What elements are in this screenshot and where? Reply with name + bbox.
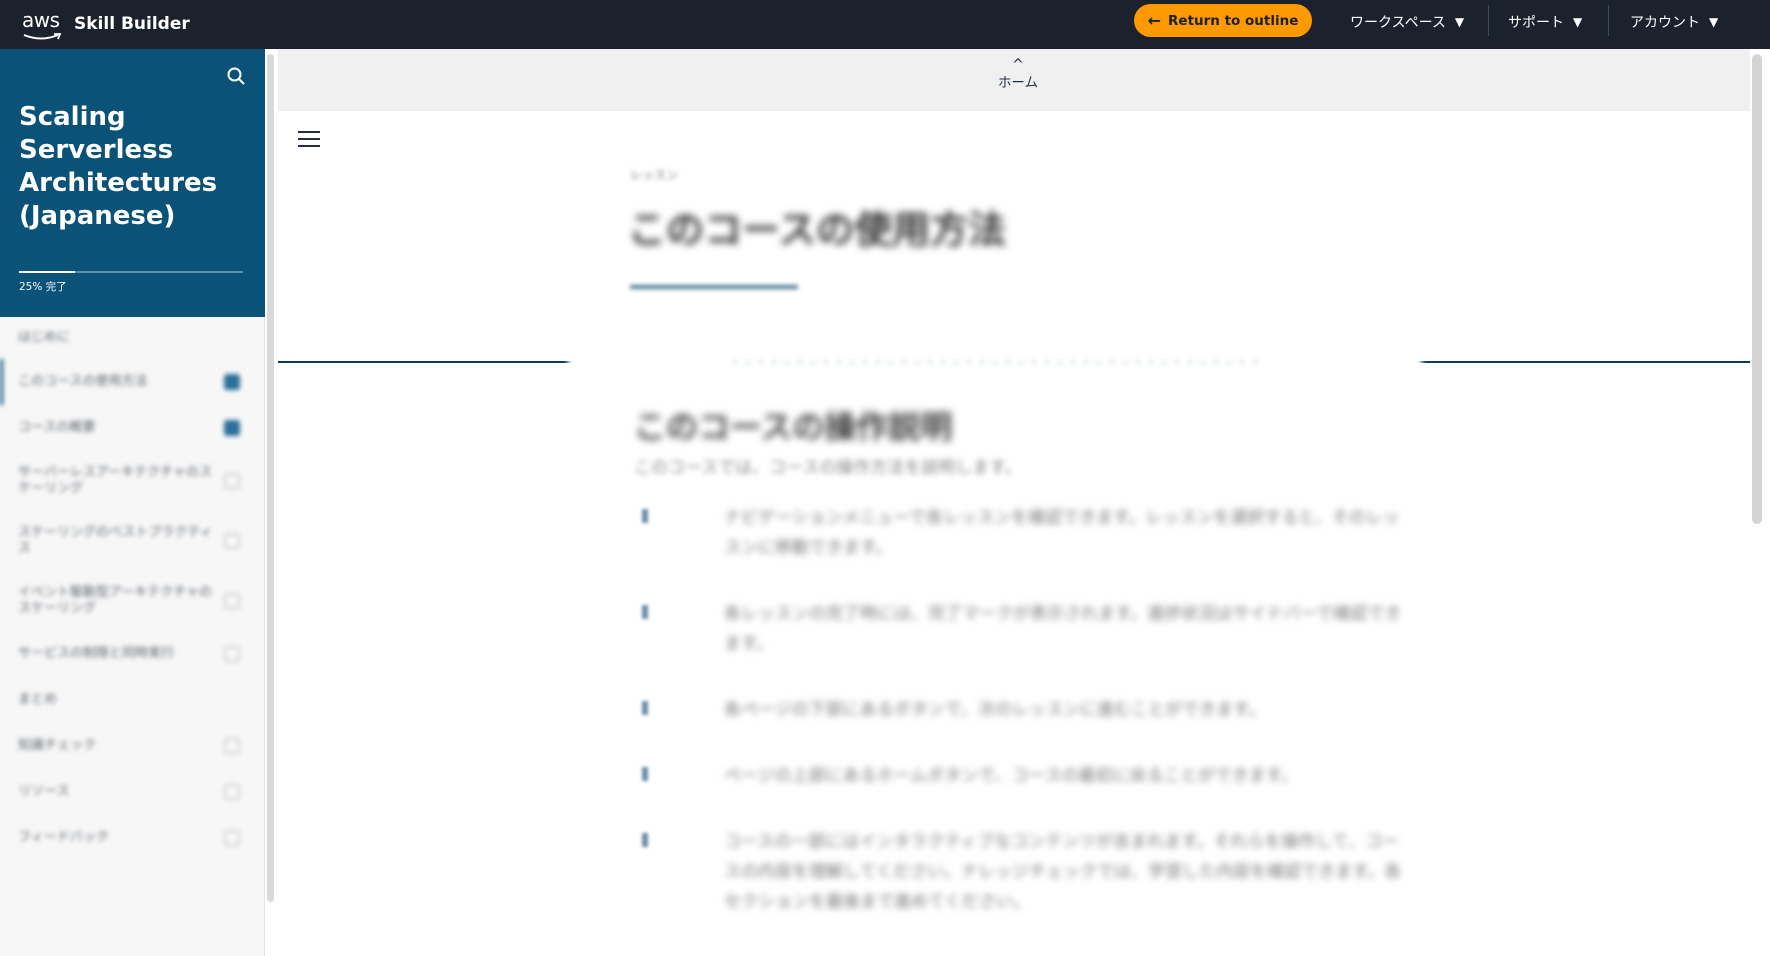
instruction-item: コースの一部にはインタラクティブなコンテンツが含まれます。それらを操作して、コー… <box>642 827 1402 917</box>
content-heading: このコースの操作説明 <box>634 408 953 446</box>
sidebar-lesson-label: リソース <box>18 784 70 799</box>
nav-support-label: サポート <box>1508 15 1564 31</box>
lesson-kicker: レッスン <box>630 168 679 182</box>
top-bar: aws Skill Builder ← Return to outline ワー… <box>0 0 1770 49</box>
sidebar-lesson-item[interactable]: リソース <box>0 769 258 815</box>
nav-divider <box>1488 5 1489 36</box>
instruction-text: ページの上部にあるホームボタンで、コースの最初に戻ることができます。 <box>724 766 1298 786</box>
bullet-marker <box>642 509 648 523</box>
sidebar-lesson-label: 知識チェック <box>18 738 97 753</box>
sidebar-lesson-label: サービスの制限と同時実行 <box>18 646 175 661</box>
instruction-item: 各レッスンの完了時には、完了マークが表示されます。進捗状況はサイドバーで確認でき… <box>642 599 1402 659</box>
completed-check-icon <box>224 374 240 390</box>
brand[interactable]: aws Skill Builder <box>22 6 190 42</box>
lesson-title: このコースの使用方法 <box>628 208 1007 252</box>
course-sidebar: Scaling Serverless Architectures (Japane… <box>0 49 265 956</box>
incomplete-status-icon <box>224 533 240 549</box>
home-button[interactable]: ^ ホーム <box>988 57 1048 91</box>
sidebar-scrollbar[interactable] <box>267 54 274 902</box>
sidebar-lesson-label: まとめ <box>18 692 58 707</box>
sidebar-lesson-label: はじめに <box>18 330 71 345</box>
lesson-title-underline <box>630 285 798 289</box>
sidebar-lesson-item[interactable]: コースの概要 <box>0 405 258 451</box>
incomplete-status-icon <box>224 646 240 662</box>
sidebar-lesson-label: コースの概要 <box>18 420 96 435</box>
completed-check-icon <box>224 420 240 436</box>
sidebar-lesson-item[interactable]: サービスの制限と同時実行 <box>0 631 258 677</box>
bullet-marker <box>642 767 648 781</box>
instruction-item: ナビゲーションメニューで各レッスンを確認できます。レッスンを選択すると、そのレッ… <box>642 503 1402 563</box>
main-scrollbar[interactable] <box>1752 54 1762 524</box>
caret-down-icon: ▼ <box>1709 15 1719 29</box>
nav-divider <box>1608 5 1609 36</box>
caret-down-icon: ▼ <box>1573 15 1583 29</box>
sidebar-lesson-item[interactable]: 知識チェック <box>0 723 258 769</box>
instruction-text: 各ページの下部にあるボタンで、次のレッスンに進むことができます。 <box>724 700 1266 720</box>
home-bar: ^ ホーム <box>278 49 1750 111</box>
course-progress-bar <box>19 271 243 273</box>
app-name: Skill Builder <box>74 14 190 34</box>
lesson-menu: はじめにこのコースの使用方法 コースの概要サーバーレスアーキテクチャのスケーリング… <box>0 317 258 861</box>
nav-workspace[interactable]: ワークスペース ▼ <box>1350 9 1464 35</box>
sidebar-lesson-item[interactable]: イベント駆動型アーキテクチャのスケーリング <box>0 571 258 631</box>
sidebar-header: Scaling Serverless Architectures (Japane… <box>0 49 265 317</box>
return-to-outline-label: Return to outline <box>1168 12 1299 29</box>
aws-logo: aws <box>22 8 64 40</box>
incomplete-status-icon <box>224 473 240 489</box>
search-icon[interactable] <box>225 65 247 87</box>
content-intro: このコースでは、コースの操作方法を説明します。 <box>634 458 1022 478</box>
nav-workspace-label: ワークスペース <box>1350 15 1446 31</box>
instruction-text: 各レッスンの完了時には、完了マークが表示されます。進捗状況はサイドバーで確認でき… <box>724 604 1402 654</box>
lesson-content: ^ ホーム レッスン このコースの使用方法 ・・・・・・・・・・・・・・・・・・… <box>278 49 1750 956</box>
bullet-marker <box>642 605 648 619</box>
course-title: Scaling Serverless Architectures (Japane… <box>19 102 218 231</box>
sidebar-lesson-item[interactable]: スケーリングのベストプラクティス <box>0 511 258 571</box>
sidebar-lesson-item[interactable]: まとめ <box>0 677 258 723</box>
incomplete-status-icon <box>224 593 240 609</box>
bullet-marker <box>642 701 648 715</box>
nav-support[interactable]: サポート ▼ <box>1508 9 1582 35</box>
course-progress-label: 25% 完了 <box>19 281 67 293</box>
caret-down-icon: ▼ <box>1454 15 1465 29</box>
sidebar-lesson-label: スケーリングのベストプラクティス <box>18 525 213 556</box>
instruction-text: ナビゲーションメニューで各レッスンを確認できます。レッスンを選択すると、そのレッ… <box>724 508 1400 558</box>
instruction-item: ページの上部にあるホームボタンで、コースの最初に戻ることができます。 <box>642 761 1402 791</box>
arrow-left-icon: ← <box>1147 10 1162 30</box>
sidebar-lesson-label: イベント駆動型アーキテクチャのスケーリング <box>18 585 213 616</box>
sidebar-lesson-label: フィードバック <box>18 830 109 845</box>
instruction-list: ナビゲーションメニューで各レッスンを確認できます。レッスンを選択すると、そのレッ… <box>642 503 1402 953</box>
sidebar-lesson-item[interactable]: はじめに <box>0 317 258 359</box>
instruction-text: コースの一部にはインタラクティブなコンテンツが含まれます。それらを操作して、コー… <box>724 832 1402 912</box>
nav-account-label: アカウント <box>1630 15 1700 31</box>
incomplete-status-icon <box>224 784 240 800</box>
return-to-outline-button[interactable]: ← Return to outline <box>1134 4 1312 37</box>
bullet-marker <box>642 833 648 847</box>
sidebar-lesson-item[interactable]: サーバーレスアーキテクチャのスケーリング <box>0 451 258 511</box>
sidebar-lesson-label: このコースの使用方法 <box>18 374 148 389</box>
aws-smile-icon <box>23 33 62 40</box>
home-label: ホーム <box>997 75 1039 91</box>
sidebar-lesson-item[interactable]: このコースの使用方法 <box>0 359 258 405</box>
chevron-up-icon: ^ <box>1012 57 1024 73</box>
aws-logo-text: aws <box>22 8 60 32</box>
nav-account[interactable]: アカウント ▼ <box>1630 9 1718 35</box>
incomplete-status-icon <box>224 738 240 754</box>
menu-icon[interactable] <box>298 131 320 147</box>
course-progress-fill <box>19 271 75 273</box>
instruction-item: 各ページの下部にあるボタンで、次のレッスンに進むことができます。 <box>642 695 1402 725</box>
incomplete-status-icon <box>224 830 240 846</box>
section-divider-label: ・・・・・・・・・・・・・・・・・・・・・・・・・・・・・・・・・・・・・・・・… <box>568 352 1422 370</box>
sidebar-lesson-item[interactable]: フィードバック <box>0 815 258 861</box>
sidebar-lesson-label: サーバーレスアーキテクチャのスケーリング <box>18 465 212 496</box>
